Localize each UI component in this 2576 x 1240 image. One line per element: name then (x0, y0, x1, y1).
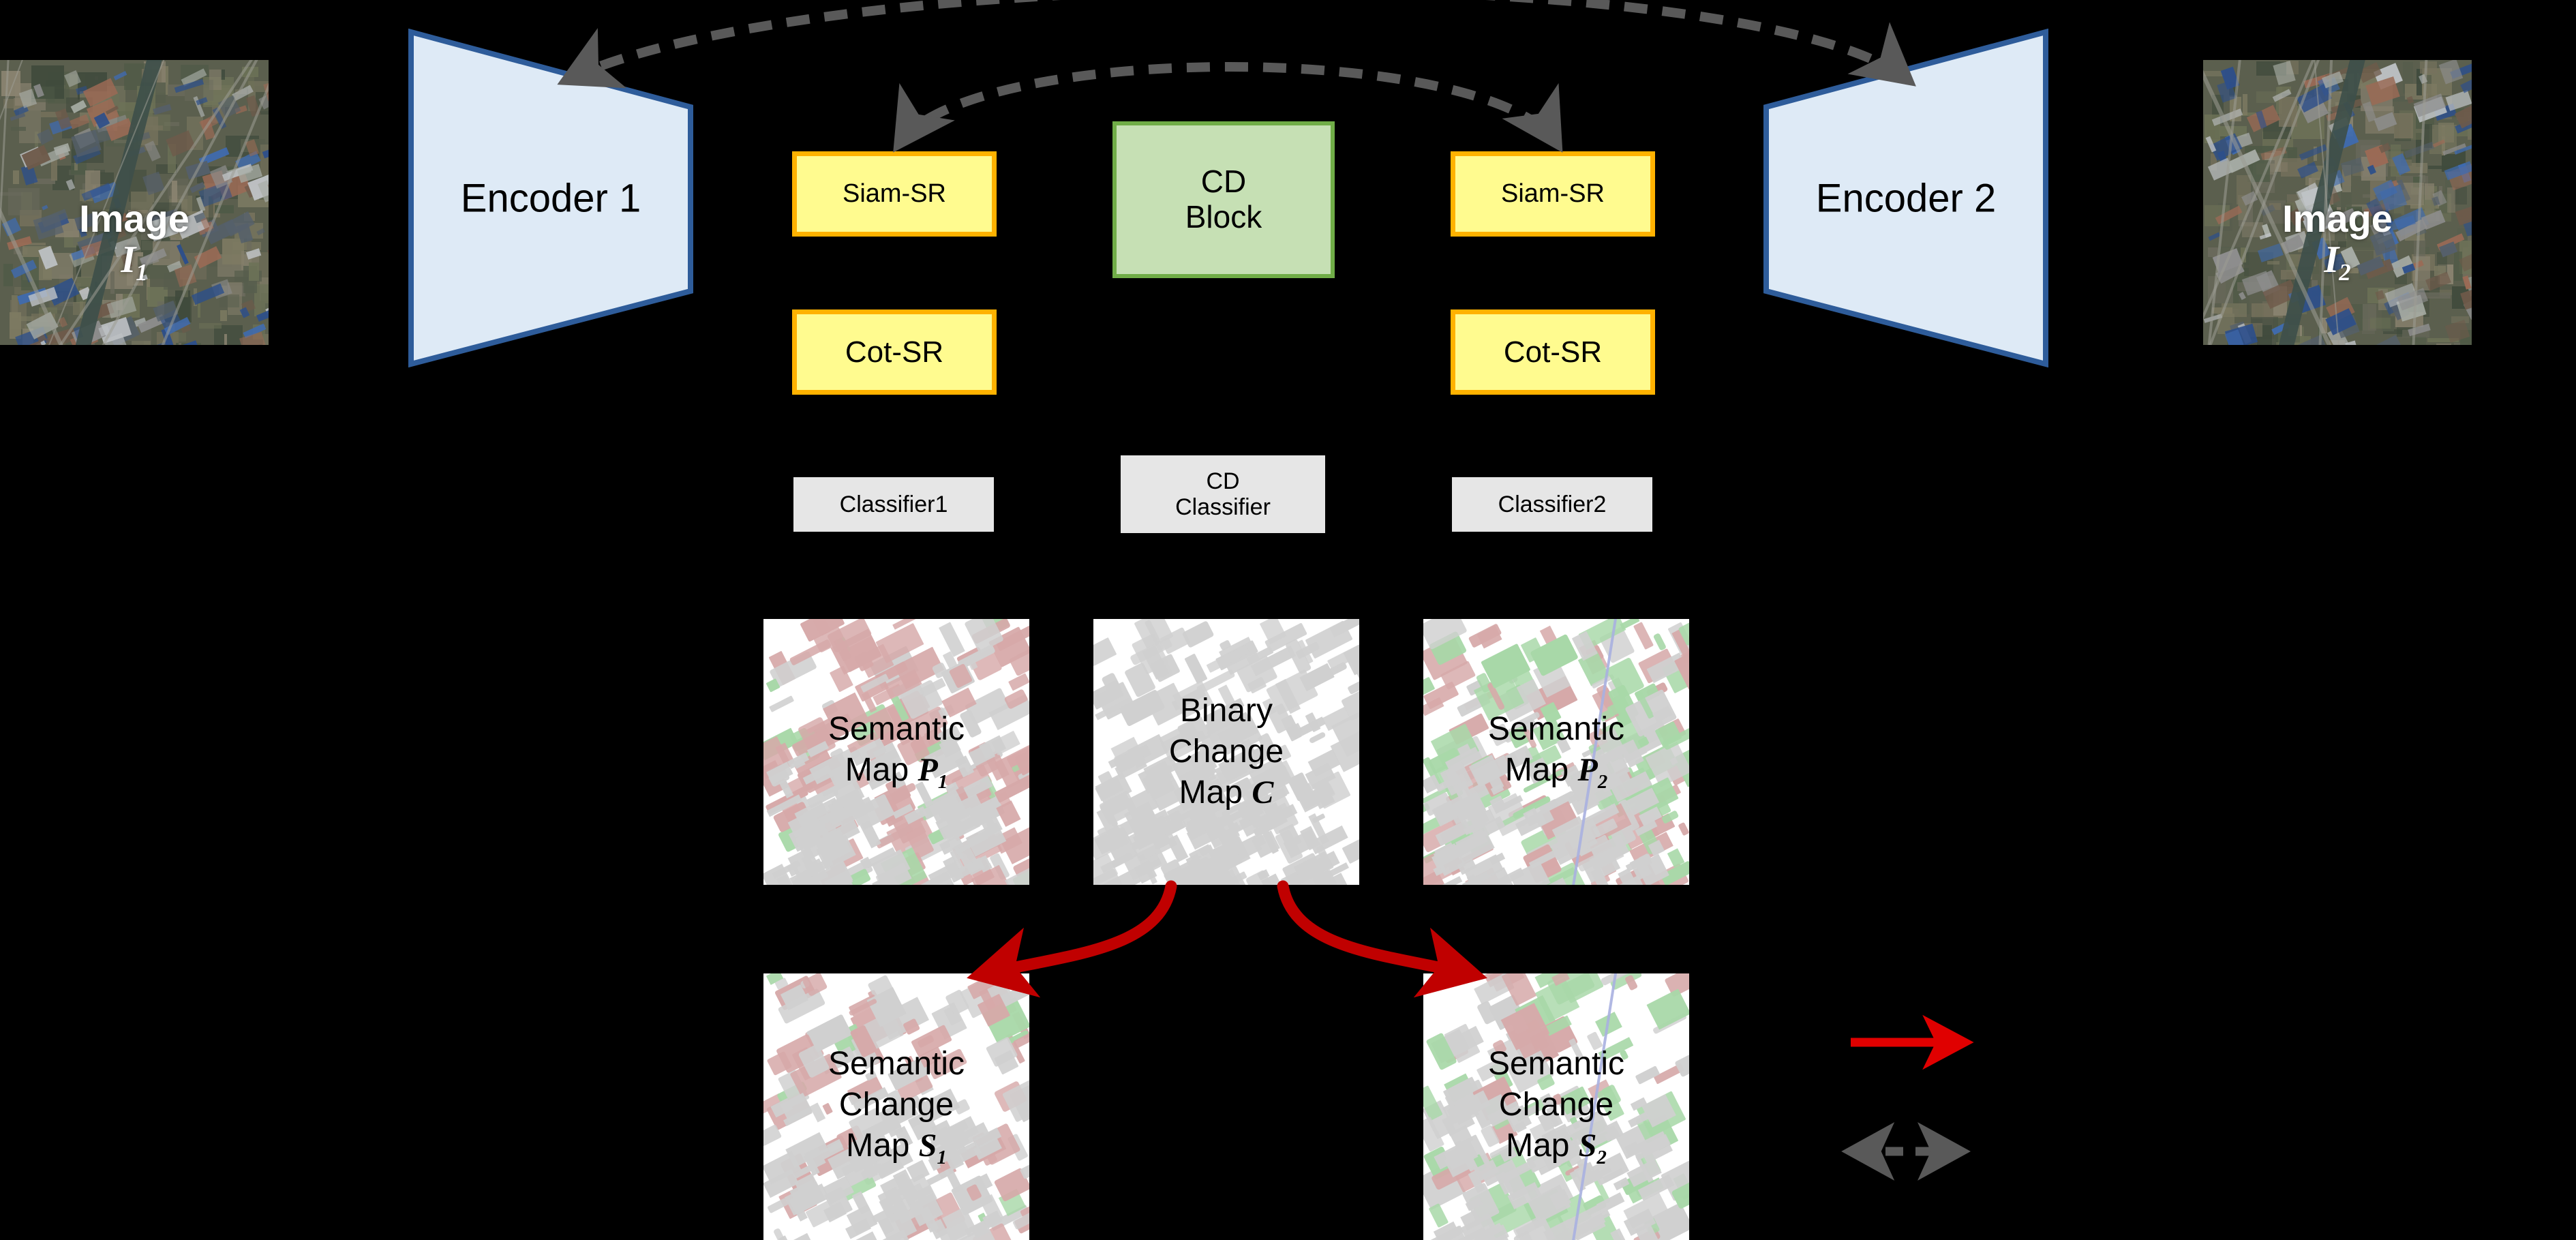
siam-sr-left-block[interactable]: Siam-SR (792, 151, 997, 237)
diagram-canvas: Image I1 Image I2 Encoder 1 Encoder 2 Si… (0, 0, 2576, 1240)
encoder-1-label: Encoder 1 (460, 176, 641, 220)
binary-change-map-label: Binary Change Map C (1168, 693, 1284, 811)
semantic-change-map-2: Semantic Change Map S2 (1423, 973, 1689, 1240)
semantic-change-map-2-label: Semantic Change Map S2 (1487, 1045, 1625, 1168)
semantic-map-2-label: Semantic Map P2 (1487, 711, 1625, 793)
encoder-2[interactable]: Encoder 2 (1763, 29, 2049, 367)
semantic-map-2: Semantic Map P2 (1423, 619, 1689, 885)
red-arrow-to-scm-1 (967, 880, 1177, 998)
image-2-label: Image (2282, 197, 2393, 240)
cd-classifier-label-line1: CD (1206, 468, 1240, 494)
encoder-2-label: Encoder 2 (1815, 176, 1997, 220)
cd-block-label-line1: CD (1200, 164, 1247, 200)
classifier2-block[interactable]: Classifier2 (1452, 477, 1652, 532)
image-2-symbol: I2 (2324, 238, 2351, 286)
classifier2-label: Classifier2 (1498, 491, 1607, 517)
cd-classifier-label-line2: Classifier (1175, 494, 1271, 520)
dashed-arrow-encoder-link (557, 0, 1916, 89)
input-image-1: Image I1 (0, 60, 269, 345)
binary-change-map: Binary Change Map C (1093, 619, 1359, 885)
cd-block[interactable]: CD Block (1112, 121, 1335, 278)
image-1-caption: Image I1 (0, 197, 269, 286)
cd-classifier-block[interactable]: CD Classifier (1121, 455, 1325, 533)
cot-sr-right-label: Cot-SR (1503, 335, 1603, 369)
siam-sr-left-label: Siam-SR (842, 179, 947, 209)
classifier1-block[interactable]: Classifier1 (793, 477, 994, 532)
classifier1-label: Classifier1 (839, 491, 948, 517)
semantic-map-1-label: Semantic Map P1 (828, 711, 965, 793)
siam-sr-right-block[interactable]: Siam-SR (1451, 151, 1655, 237)
image-1-symbol: I1 (121, 238, 148, 286)
cot-sr-left-label: Cot-SR (845, 335, 944, 369)
semantic-change-map-1: Semantic Change Map S1 (763, 973, 1029, 1240)
image-1-label: Image (79, 197, 190, 240)
image-2-caption: Image I2 (2203, 197, 2472, 286)
semantic-change-map-1-label: Semantic Change Map S1 (828, 1045, 965, 1168)
input-image-2: Image I2 (2203, 60, 2472, 345)
encoder-1[interactable]: Encoder 1 (408, 29, 694, 367)
cot-sr-right-block[interactable]: Cot-SR (1451, 309, 1655, 395)
semantic-map-1: Semantic Map P1 (763, 619, 1029, 885)
cot-sr-left-block[interactable]: Cot-SR (792, 309, 997, 395)
red-arrow-to-scm-2 (1277, 880, 1487, 998)
cd-block-label-line2: Block (1185, 199, 1262, 235)
siam-sr-right-label: Siam-SR (1500, 179, 1605, 209)
